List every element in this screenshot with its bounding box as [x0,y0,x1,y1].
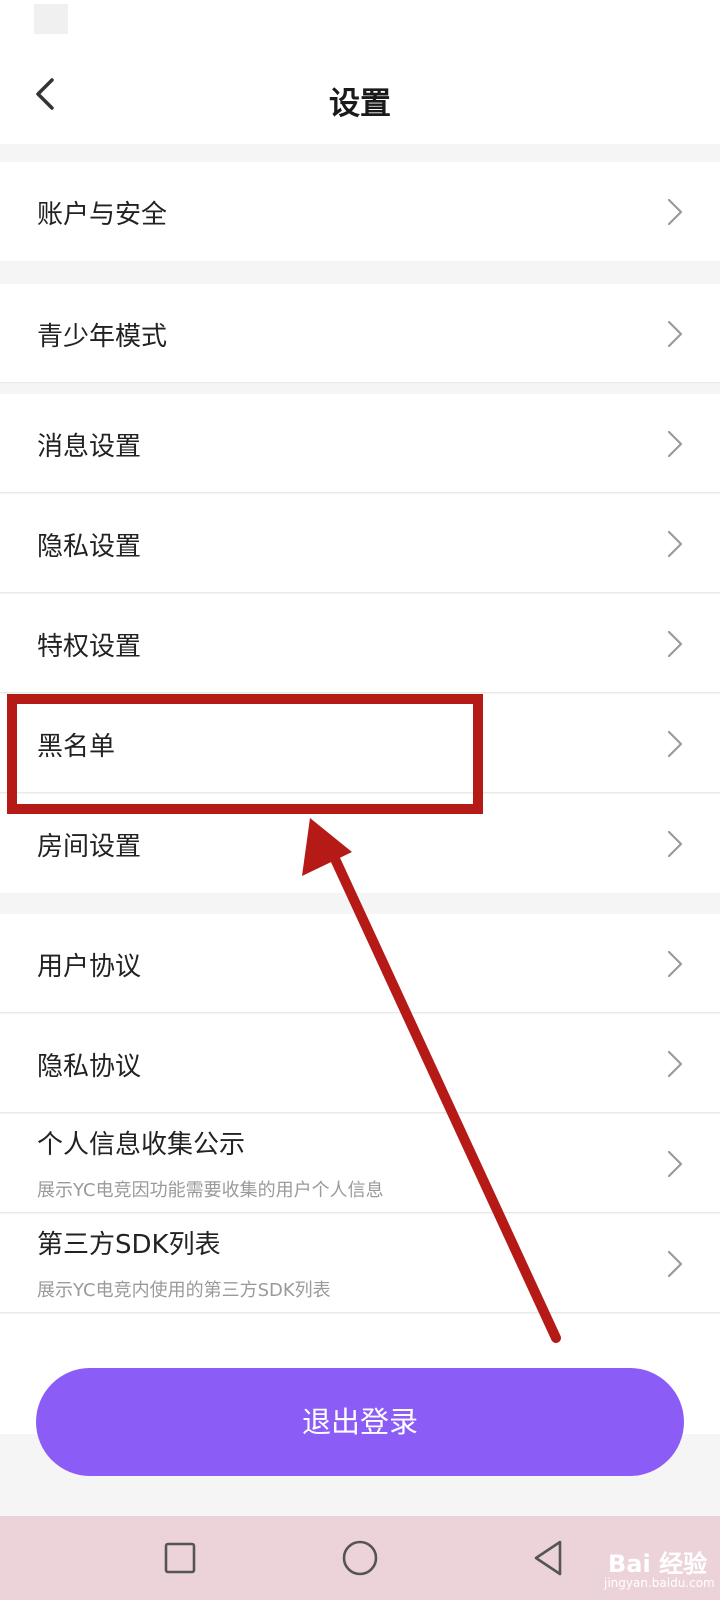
annotation-arrow [302,818,561,1343]
